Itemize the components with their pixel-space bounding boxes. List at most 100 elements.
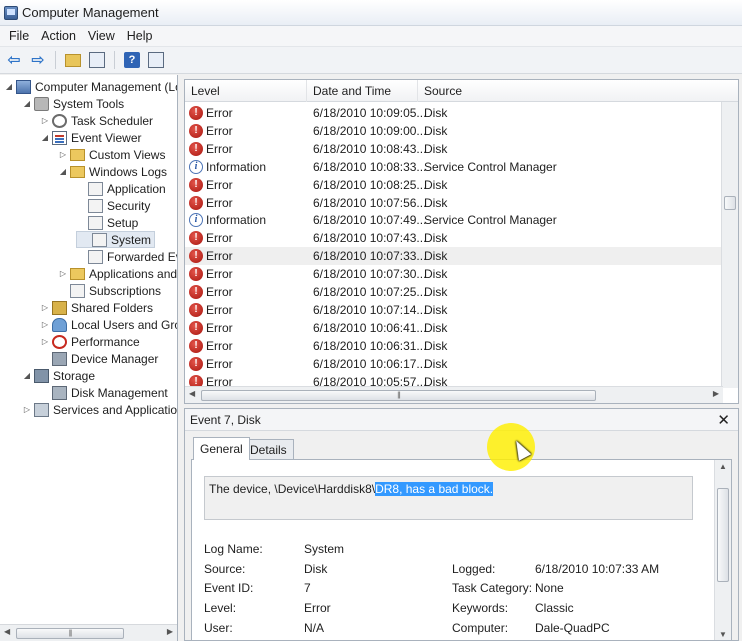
scroll-left-icon[interactable]: ◀ [189, 389, 195, 398]
level-cell: Error [206, 123, 233, 138]
tree-item-system[interactable]: System [76, 231, 156, 248]
tree-horizontal-scrollbar[interactable]: ◀ ||| ▶ [0, 624, 177, 641]
up-level-icon[interactable] [63, 50, 83, 70]
source-cell: Disk [424, 285, 448, 299]
event-list-scroll-thumb[interactable] [724, 196, 736, 210]
error-icon: ! [189, 356, 203, 371]
scroll-right-icon[interactable]: ▶ [167, 627, 173, 636]
expanded-arrow-icon[interactable]: ◢ [58, 167, 68, 176]
tree-item-event-viewer[interactable]: ◢ Event Viewer [40, 129, 141, 146]
tab-general[interactable]: General [193, 437, 250, 460]
tab-details[interactable]: Details [243, 439, 294, 460]
back-arrow-icon[interactable]: ⇦ [4, 50, 24, 70]
collapsed-arrow-icon[interactable]: ▷ [58, 269, 68, 278]
collapsed-arrow-icon[interactable]: ▷ [22, 405, 32, 414]
table-row[interactable]: ! Error 6/18/2010 10:07:25... Disk [185, 283, 723, 301]
tree-item-local-users-and-groups[interactable]: ▷ Local Users and Groups [40, 316, 177, 333]
tree-item-label: Application [107, 181, 166, 196]
tree-item-performance[interactable]: ▷ Performance [40, 333, 140, 350]
keywords-value: Classic [535, 601, 574, 615]
table-row[interactable]: ! Error 6/18/2010 10:07:43... Disk [185, 229, 723, 247]
event-list-hscroll-thumb[interactable]: ||| [201, 390, 596, 401]
expanded-arrow-icon[interactable]: ◢ [22, 99, 32, 108]
tree-item-setup[interactable]: Setup [76, 214, 138, 231]
description-text: The device, \Device\Harddisk8\ [209, 482, 376, 496]
event-description[interactable]: The device, \Device\Harddisk8\DR8, has a… [204, 476, 693, 520]
expanded-arrow-icon[interactable]: ◢ [22, 371, 32, 380]
tree-item-label: Setup [107, 215, 139, 230]
tree-item-subscriptions[interactable]: Subscriptions [58, 282, 161, 299]
scroll-right-icon[interactable]: ▶ [713, 389, 719, 398]
tree-item-shared-folders[interactable]: ▷ Shared Folders [40, 299, 153, 316]
level-cell: Error [206, 195, 233, 210]
tree-item-windows-logs[interactable]: ◢ Windows Logs [58, 163, 167, 180]
scroll-up-icon[interactable]: ▲ [719, 462, 727, 471]
collapsed-arrow-icon[interactable]: ▷ [40, 116, 50, 125]
collapsed-arrow-icon[interactable]: ▷ [40, 320, 50, 329]
table-row[interactable]: ! Error 6/18/2010 10:06:17... Disk [185, 355, 723, 373]
table-row[interactable]: ! Error 6/18/2010 10:06:41... Disk [185, 319, 723, 337]
table-row[interactable]: i Information 6/18/2010 10:07:49... Service… [185, 211, 723, 229]
tree-item-task-scheduler[interactable]: ▷ Task Scheduler [40, 112, 153, 129]
column-header-source[interactable]: Source [418, 80, 738, 102]
menu-help[interactable]: Help [122, 29, 158, 43]
table-row[interactable]: ! Error 6/18/2010 10:09:00... Disk [185, 122, 723, 140]
tree-item-security[interactable]: Security [76, 197, 150, 214]
table-row[interactable]: ! Error 6/18/2010 10:07:30... Disk [185, 265, 723, 283]
table-row[interactable]: ! Error 6/18/2010 10:08:43... Disk [185, 140, 723, 158]
log-icon [88, 181, 103, 196]
expanded-arrow-icon[interactable]: ◢ [40, 133, 50, 142]
menu-action[interactable]: Action [36, 29, 81, 43]
expanded-arrow-icon[interactable]: ◢ [4, 82, 14, 91]
event-list-horizontal-scrollbar[interactable]: ◀ ||| ▶ [185, 386, 723, 403]
menu-view[interactable]: View [83, 29, 120, 43]
table-row[interactable]: ! Error 6/18/2010 10:09:05... Disk [185, 104, 723, 122]
tools-icon [34, 96, 49, 111]
detail-scroll-thumb[interactable] [717, 488, 729, 582]
event-list-vertical-scrollbar[interactable] [721, 102, 738, 388]
log-name-label: Log Name: [204, 542, 263, 556]
tree-item-forwarded-event[interactable]: Forwarded Event [76, 248, 177, 265]
forward-arrow-icon[interactable]: ⇨ [28, 50, 48, 70]
show-hide-action-pane-icon[interactable] [146, 50, 166, 70]
table-row[interactable]: ! Error 6/18/2010 10:07:14... Disk [185, 301, 723, 319]
tree-item-application[interactable]: Application [76, 180, 166, 197]
tree-scroll-thumb[interactable]: ||| [16, 628, 124, 639]
source-cell: Disk [424, 338, 448, 353]
collapsed-arrow-icon[interactable]: ▷ [40, 337, 50, 346]
table-row[interactable]: i Information 6/18/2010 10:08:33... Service… [185, 158, 723, 176]
table-row[interactable]: ! Error 6/18/2010 10:06:31... Disk [185, 337, 723, 355]
tree-item-system-tools[interactable]: ◢ System Tools [22, 95, 124, 112]
error-icon: ! [189, 302, 203, 317]
column-header-level[interactable]: Level [185, 80, 307, 102]
table-row[interactable]: ! Error 6/18/2010 10:07:33... Disk [185, 247, 723, 266]
date-time-cell: 6/18/2010 10:07:43... [313, 231, 427, 246]
user-value: N/A [304, 621, 325, 635]
tree-item-storage[interactable]: ◢ Storage [22, 367, 95, 384]
menu-file[interactable]: File [4, 29, 34, 43]
tree-item-disk-management[interactable]: Disk Management [40, 384, 168, 401]
date-time-cell: 6/18/2010 10:06:31... [313, 338, 427, 353]
tree-item-services-and-applications[interactable]: ▷ Services and Applications [22, 401, 177, 418]
table-row[interactable]: ! Error 6/18/2010 10:07:56... Disk [185, 194, 723, 212]
show-hide-tree-icon[interactable] [87, 50, 107, 70]
logged-value: 6/18/2010 10:07:33 AM [535, 562, 660, 576]
source-value: Disk [304, 562, 328, 576]
tree-item-applications-and-se[interactable]: ▷ Applications and Se [58, 265, 177, 282]
help-icon[interactable]: ? [122, 50, 142, 70]
date-time-cell: 6/18/2010 10:07:49... [313, 213, 427, 228]
table-row[interactable]: ! Error 6/18/2010 10:08:25... Disk [185, 176, 723, 194]
close-icon[interactable]: ✕ [717, 411, 730, 429]
collapsed-arrow-icon[interactable]: ▷ [40, 303, 50, 312]
tree-item-custom-views[interactable]: ▷ Custom Views [58, 146, 166, 163]
tree-item-label: System Tools [53, 96, 125, 111]
detail-vertical-scrollbar[interactable]: ▲ ▼ [714, 460, 731, 640]
scroll-left-icon[interactable]: ◀ [4, 627, 10, 636]
level-cell: Error [206, 285, 233, 299]
level-cell: Error [206, 267, 233, 282]
column-header-date-time[interactable]: Date and Time [307, 80, 418, 102]
tree-item-device-manager[interactable]: Device Manager [40, 350, 158, 367]
scroll-down-icon[interactable]: ▼ [719, 630, 727, 639]
tree-item-computer-management-local[interactable]: ◢ Computer Management (Local [4, 78, 177, 95]
collapsed-arrow-icon[interactable]: ▷ [58, 150, 68, 159]
